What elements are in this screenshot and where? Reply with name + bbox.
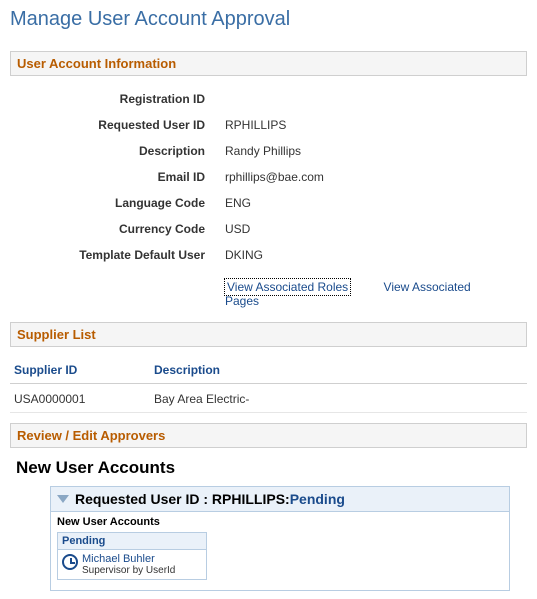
value-email-id: rphillips@bae.com [215, 164, 527, 190]
collapse-icon[interactable] [57, 495, 69, 503]
value-currency-code: USD [215, 216, 527, 242]
cell-supplier-id: USA0000001 [10, 384, 150, 413]
workflow-body: New User Accounts Pending Michael Buhler… [50, 512, 510, 591]
label-language-code: Language Code [10, 190, 215, 216]
workflow-header-text: Requested User ID : RPHILLIPS:Pending [75, 491, 345, 507]
workflow-header[interactable]: Requested User ID : RPHILLIPS:Pending [50, 486, 510, 512]
user-account-info-table: Registration ID Requested User ID RPHILL… [10, 86, 527, 268]
label-email-id: Email ID [10, 164, 215, 190]
approver-role: Supervisor by UserId [82, 565, 175, 576]
new-user-accounts-title: New User Accounts [16, 458, 527, 478]
label-currency-code: Currency Code [10, 216, 215, 242]
approver-box: Pending Michael Buhler Supervisor by Use… [57, 532, 207, 580]
workflow-box: Requested User ID : RPHILLIPS:Pending Ne… [50, 486, 510, 591]
col-supplier-id[interactable]: Supplier ID [10, 357, 150, 384]
value-requested-user-id: RPHILLIPS [215, 112, 527, 138]
cell-description: Bay Area Electric- [150, 384, 527, 413]
supplier-list-grid: Supplier ID Description USA0000001 Bay A… [10, 357, 527, 413]
section-review-approvers-header: Review / Edit Approvers [10, 423, 527, 448]
workflow-header-status: Pending [290, 491, 345, 507]
label-description: Description [10, 138, 215, 164]
section-user-account-info-header: User Account Information [10, 51, 527, 76]
section-supplier-list-header: Supplier List [10, 322, 527, 347]
value-language-code: ENG [215, 190, 527, 216]
label-template-default-user: Template Default User [10, 242, 215, 268]
workflow-header-label: Requested User ID : RPHILLIPS: [75, 491, 290, 507]
table-row: USA0000001 Bay Area Electric- [10, 384, 527, 413]
value-description: Randy Phillips [215, 138, 527, 164]
page-title: Manage User Account Approval [10, 8, 527, 31]
approver-status: Pending [58, 533, 206, 550]
clock-icon [62, 554, 78, 570]
label-registration-id: Registration ID [10, 86, 215, 112]
label-requested-user-id: Requested User ID [10, 112, 215, 138]
col-description[interactable]: Description [150, 357, 527, 384]
view-associated-roles-link[interactable]: View Associated Roles [225, 279, 350, 295]
workflow-subtitle: New User Accounts [57, 516, 503, 528]
value-template-default-user: DKING [215, 242, 527, 268]
approver-name-link[interactable]: Michael Buhler [82, 553, 175, 565]
associated-links-row: View Associated Roles View Associated Pa… [10, 274, 527, 322]
value-registration-id [215, 86, 527, 112]
approver-body: Michael Buhler Supervisor by UserId [58, 550, 206, 579]
